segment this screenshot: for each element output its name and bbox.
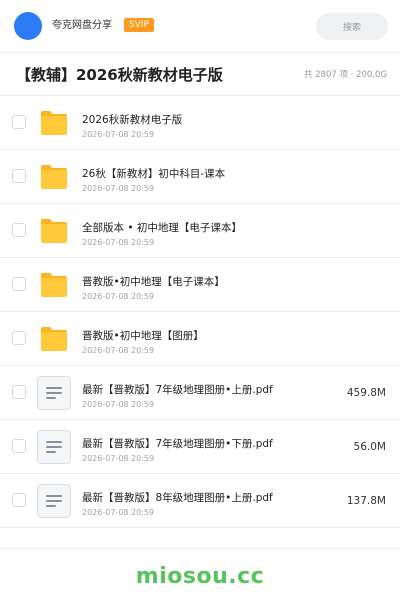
file-date: 2026-07-08 20:59: [82, 184, 155, 193]
select-checkbox[interactable]: [12, 169, 26, 183]
folder-icon: [40, 218, 68, 244]
select-checkbox[interactable]: [12, 115, 26, 129]
folder-icon: [40, 272, 68, 298]
document-icon: [37, 376, 71, 410]
list-item[interactable]: 全部版本 • 初中地理【电子课本】 2026-07-08 20:59: [0, 204, 400, 258]
file-date: 2026-07-08 20:59: [82, 238, 155, 247]
file-size: 459.8M: [346, 387, 386, 399]
select-checkbox[interactable]: [12, 385, 26, 399]
file-size: 137.8M: [346, 495, 386, 507]
site-logo[interactable]: miosou.cc: [0, 562, 400, 592]
search-label: 搜索: [342, 23, 361, 33]
list-item[interactable]: 最新【晋教版】7年级地理图册•下册.pdf 2026-07-08 20:59 5…: [0, 420, 400, 474]
file-name: 最新【晋教版】7年级地理图册•上册.pdf: [82, 384, 273, 396]
file-name: 最新【晋教版】8年级地理图册•上册.pdf: [82, 492, 273, 504]
search-button[interactable]: 搜索: [316, 13, 388, 40]
select-checkbox[interactable]: [12, 331, 26, 345]
title-row: 【教辅】2026秋新教材电子版 共 2807 项 · 200.0G: [0, 53, 400, 95]
item-count-size: 共 2807 项 · 200.0G: [303, 70, 387, 80]
footer-divider: [0, 548, 400, 549]
share-page: 夸克网盘分享 SVIP 搜索 【教辅】2026秋新教材电子版 共 2807 项 …: [0, 0, 400, 600]
page-title: 【教辅】2026秋新教材电子版: [16, 66, 223, 84]
file-name: 最新【晋教版】7年级地理图册•下册.pdf: [82, 438, 273, 450]
file-date: 2026-07-08 20:59: [82, 130, 155, 139]
file-date: 2026-07-08 20:59: [82, 508, 155, 517]
folder-icon: [40, 110, 68, 136]
file-date: 2026-07-08 20:59: [82, 346, 155, 355]
file-list: 2026秋新教材电子版 2026-07-08 20:59 26秋【新教材】初中科…: [0, 96, 400, 528]
folder-icon: [40, 326, 68, 352]
document-icon: [37, 484, 71, 518]
file-date: 2026-07-08 20:59: [82, 400, 155, 409]
file-date: 2026-07-08 20:59: [82, 292, 155, 301]
file-date: 2026-07-08 20:59: [82, 454, 155, 463]
list-item[interactable]: 2026秋新教材电子版 2026-07-08 20:59: [0, 96, 400, 150]
file-name: 26秋【新教材】初中科目-课本: [82, 168, 226, 180]
file-name: 2026秋新教材电子版: [82, 114, 183, 126]
brand-name: 夸克网盘分享: [52, 20, 112, 31]
header: 夸克网盘分享 SVIP 搜索: [0, 0, 400, 52]
file-name: 晋教版•初中地理【电子课本】: [82, 276, 225, 288]
file-size: 56.0M: [353, 441, 386, 453]
folder-icon: [40, 164, 68, 190]
file-name: 晋教版•初中地理【图册】: [82, 330, 204, 342]
select-checkbox[interactable]: [12, 493, 26, 507]
svip-badge: SVIP: [124, 18, 154, 32]
select-checkbox[interactable]: [12, 223, 26, 237]
avatar[interactable]: [14, 12, 42, 40]
select-checkbox[interactable]: [12, 277, 26, 291]
list-item[interactable]: 最新【晋教版】7年级地理图册•上册.pdf 2026-07-08 20:59 4…: [0, 366, 400, 420]
document-icon: [37, 430, 71, 464]
file-name: 全部版本 • 初中地理【电子课本】: [82, 222, 242, 234]
list-item[interactable]: 26秋【新教材】初中科目-课本 2026-07-08 20:59: [0, 150, 400, 204]
list-item[interactable]: 最新【晋教版】8年级地理图册•上册.pdf 2026-07-08 20:59 1…: [0, 474, 400, 528]
select-checkbox[interactable]: [12, 439, 26, 453]
list-item[interactable]: 晋教版•初中地理【电子课本】 2026-07-08 20:59: [0, 258, 400, 312]
list-item[interactable]: 晋教版•初中地理【图册】 2026-07-08 20:59: [0, 312, 400, 366]
